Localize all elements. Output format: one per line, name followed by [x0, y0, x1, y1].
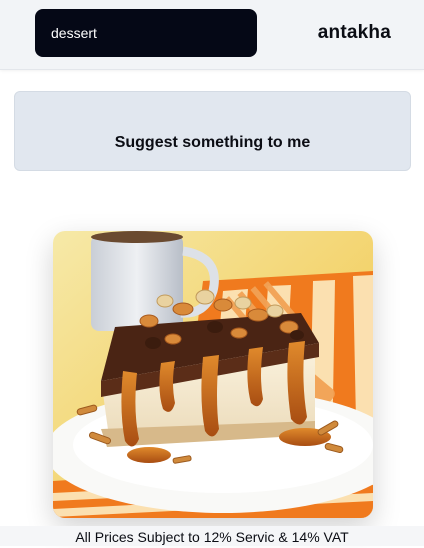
search-input[interactable]	[35, 9, 257, 57]
dessert-photo	[53, 231, 373, 518]
brand-name: antakha	[317, 22, 391, 43]
featured-dessert-card[interactable]	[53, 231, 373, 518]
price-notice: All Prices Subject to 12% Servic & 14% V…	[0, 526, 424, 546]
suggest-button-label: Suggest something to me	[114, 134, 311, 151]
top-bar: antakha	[0, 0, 424, 70]
suggest-button[interactable]: Suggest something to me	[14, 91, 411, 171]
